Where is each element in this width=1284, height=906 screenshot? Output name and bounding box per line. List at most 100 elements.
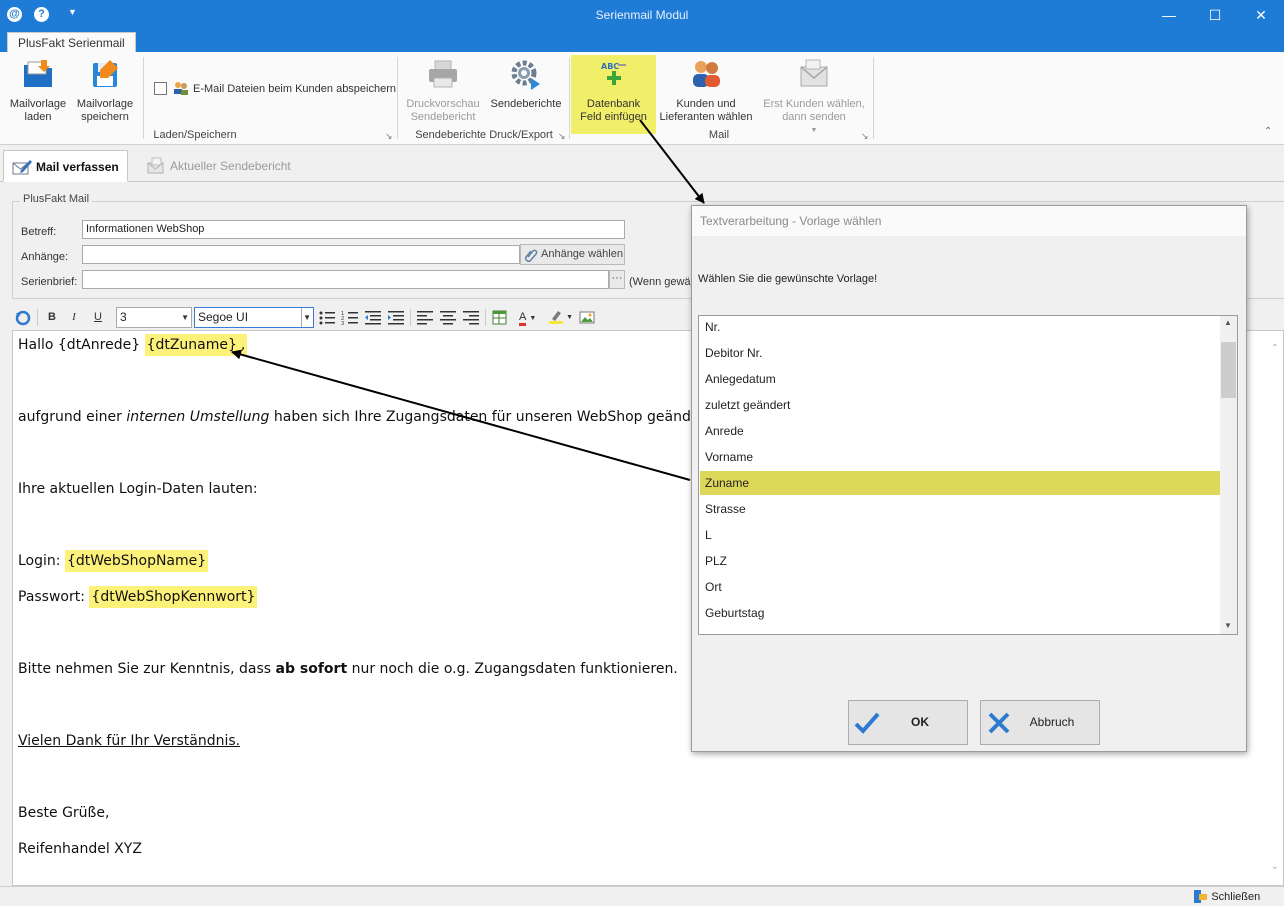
chevron-down-icon: ▼ (529, 315, 537, 322)
bold-button[interactable]: B (43, 309, 61, 326)
cancel-label: Abbruch (1029, 715, 1075, 729)
font-color-button[interactable]: A ▼ (519, 309, 545, 326)
group-launcher-icon[interactable]: ↘ (558, 131, 566, 142)
select-then-send-label: Erst Kunden wählen, dann senden (763, 98, 865, 123)
numbered-list-icon[interactable]: 1 2 3 (341, 309, 359, 326)
insert-table-icon[interactable] (491, 309, 509, 326)
choose-attachments-label: Anhänge wählen (541, 248, 623, 260)
field-listbox[interactable]: Nr. Debitor Nr. Anlegedatum zuletzt geän… (698, 315, 1238, 635)
serial-letter-label: Serienbrief: (21, 276, 78, 288)
close-button[interactable]: ✕ (1238, 0, 1284, 30)
insert-db-field-button[interactable]: ABC Datenbank Feld einfügen (571, 55, 656, 134)
save-email-files-checkbox[interactable] (154, 82, 167, 95)
indent-icon[interactable] (387, 309, 405, 326)
scroll-down-icon[interactable]: ⌄ (1271, 861, 1279, 872)
editor-line: Beste Grüße, (18, 805, 110, 821)
separator (410, 309, 411, 326)
select-then-send-button[interactable]: Erst Kunden wählen, dann senden ▼ (760, 58, 868, 137)
body-text: haben sich Ihre Zugangsdaten für unseren… (269, 409, 706, 425)
italic-button[interactable]: I (65, 309, 83, 326)
scroll-up-icon[interactable]: ⌃ (1271, 343, 1279, 354)
list-item-selected[interactable]: Zuname (700, 471, 1220, 495)
list-item[interactable]: Anrede (700, 418, 1220, 444)
browse-serial-letter-button[interactable]: ··· (609, 270, 625, 289)
greeting-comma: , (238, 334, 248, 356)
list-item[interactable]: PLZ (700, 548, 1220, 574)
font-color-icon: A (519, 311, 527, 326)
scroll-up-icon[interactable]: ▲ (1224, 318, 1232, 327)
load-template-button[interactable]: Mailvorlage laden (6, 58, 70, 124)
bullet-list-icon[interactable] (318, 309, 336, 326)
list-item[interactable]: Telefon 1 (700, 626, 1220, 634)
window-title: Serienmail Modul (595, 8, 689, 22)
choose-attachments-button[interactable]: Anhänge wählen (520, 244, 625, 265)
list-item[interactable]: Nr. (700, 316, 1220, 340)
cancel-button[interactable]: Abbruch (980, 700, 1100, 745)
align-center-icon[interactable] (439, 309, 457, 326)
save-template-button[interactable]: Mailvorlage speichern (73, 58, 137, 124)
list-item[interactable]: Debitor Nr. (700, 340, 1220, 366)
separator (397, 57, 398, 139)
maximize-button[interactable]: ☐ (1192, 0, 1238, 30)
align-right-icon[interactable] (462, 309, 480, 326)
group-launcher-icon[interactable]: ↘ (861, 131, 869, 142)
insert-db-field-label: Datenbank Feld einfügen (580, 98, 647, 123)
mail-form-title: PlusFakt Mail (20, 193, 93, 205)
collapse-ribbon-icon[interactable]: ⌃ (1264, 126, 1272, 137)
ok-label: OK (911, 715, 929, 729)
serial-letter-hint: (Wenn gewä (629, 276, 691, 288)
list-item[interactable]: Vorname (700, 444, 1220, 470)
list-item[interactable]: Ort (700, 574, 1220, 600)
select-contacts-button[interactable]: Kunden und Lieferanten wählen (657, 58, 755, 124)
body-text: Bitte nehmen Sie zur Kenntnis, dass (18, 661, 276, 677)
print-preview-label: Druckvorschau Sendebericht (406, 98, 480, 123)
list-item[interactable]: Anlegedatum (700, 366, 1220, 392)
font-name-select[interactable]: Segoe UI ▼ (194, 307, 314, 328)
send-reports-button[interactable]: Sendeberichte (488, 58, 564, 111)
list-item[interactable]: Strasse (700, 496, 1220, 522)
separator (873, 57, 874, 139)
insert-image-icon[interactable] (578, 309, 596, 326)
load-template-label: Mailvorlage laden (9, 98, 67, 123)
serial-letter-input[interactable] (82, 270, 609, 289)
refresh-icon[interactable] (14, 309, 32, 326)
editor-line: Passwort: {dtWebShopKennwort} (18, 586, 258, 608)
attachments-label: Anhänge: (21, 251, 69, 263)
close-app-button[interactable]: Schließen (1193, 889, 1260, 905)
editor-line: Vielen Dank für Ihr Verständnis. (18, 733, 241, 749)
scroll-down-icon[interactable]: ▼ (1224, 621, 1232, 630)
list-item[interactable]: zuletzt geändert (700, 392, 1220, 418)
highlighter-icon (549, 311, 563, 324)
subject-input[interactable]: Informationen WebShop (82, 220, 625, 239)
highlight-color-button[interactable]: ▼ (549, 309, 575, 326)
exit-door-icon (1194, 890, 1207, 904)
separator (37, 309, 38, 326)
group-launcher-icon[interactable]: ↘ (385, 131, 393, 142)
group-label-mail: Mail (708, 129, 730, 141)
italic-text: internen Umstellung (126, 409, 270, 425)
align-left-icon[interactable] (416, 309, 434, 326)
password-label: Passwort: (18, 589, 90, 605)
minimize-button[interactable]: — (1146, 0, 1192, 30)
save-email-files-label[interactable]: E-Mail Dateien beim Kunden abspeichern (193, 83, 396, 95)
editor-line: Bitte nehmen Sie zur Kenntnis, dass ab s… (18, 661, 678, 677)
outdent-icon[interactable] (364, 309, 382, 326)
underline-button[interactable]: U (89, 309, 107, 326)
scrollbar-thumb[interactable] (1221, 342, 1236, 398)
font-size-select[interactable]: 3 ▼ (116, 307, 192, 328)
listbox-scrollbar[interactable]: ▲ ▼ (1220, 316, 1237, 634)
close-app-label: Schließen (1211, 890, 1261, 903)
ribbon-tab-plusfakt[interactable]: PlusFakt Serienmail (7, 32, 136, 52)
chevron-down-icon: ▼ (301, 308, 311, 327)
ok-button[interactable]: OK (848, 700, 968, 745)
font-size-value: 3 (120, 310, 127, 324)
group-label-reports: Sendeberichte Druck/Export (415, 129, 553, 141)
body-text: aufgrund einer (18, 409, 127, 425)
list-item[interactable]: L (700, 522, 1220, 548)
list-item[interactable]: Geburtstag (700, 600, 1220, 626)
tab-compose-mail[interactable]: Mail verfassen (3, 150, 128, 182)
print-preview-button[interactable]: Druckvorschau Sendebericht (404, 58, 482, 124)
envelope-icon (800, 59, 828, 87)
tab-current-report[interactable]: Aktueller Sendebericht (138, 150, 299, 182)
attachments-input[interactable] (82, 245, 520, 264)
